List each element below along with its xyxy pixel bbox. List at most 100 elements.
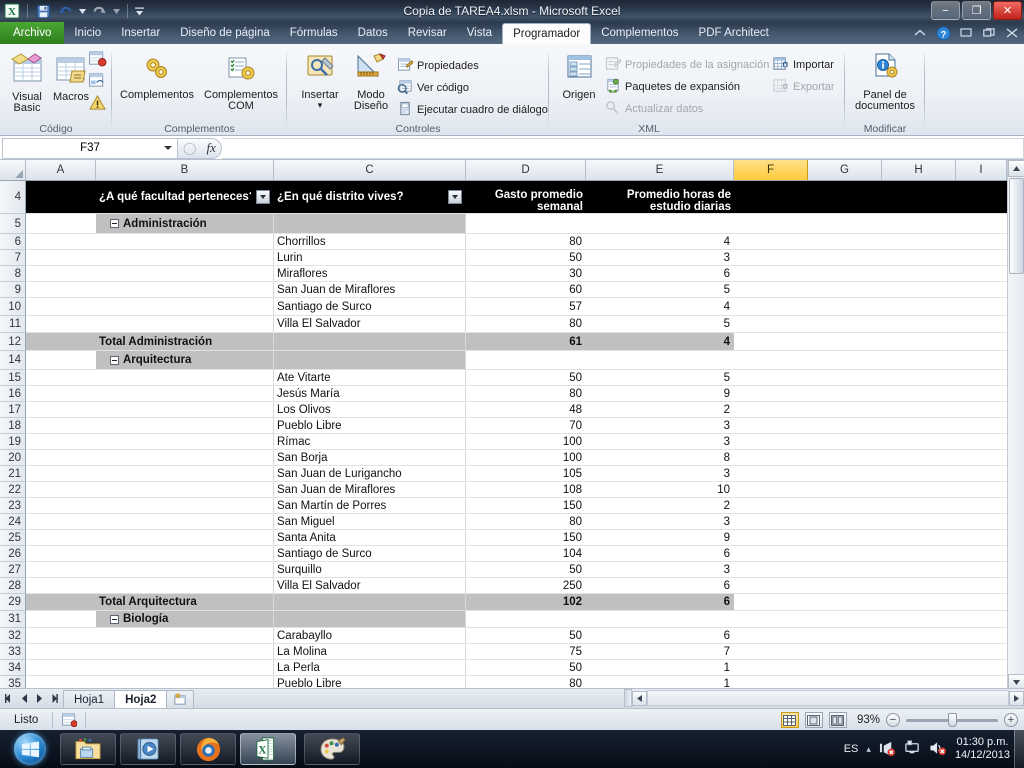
cell-d26[interactable]: 104 xyxy=(466,546,586,561)
help-icon[interactable]: ? xyxy=(935,25,951,41)
cell-e9[interactable]: 5 xyxy=(586,282,734,297)
cell-d29[interactable]: 102 xyxy=(466,594,586,610)
cell-e8[interactable]: 6 xyxy=(586,266,734,281)
paquetes-expansion-button[interactable]: Paquetes de expansión xyxy=(605,78,740,96)
cell-c7[interactable]: Lurin xyxy=(274,250,466,265)
system-tray[interactable]: ES ▴ 01:30 p.m. 14/12/2013 xyxy=(844,730,1024,768)
page-layout-view-button[interactable] xyxy=(804,712,823,728)
collapse-group-icon[interactable] xyxy=(110,219,119,228)
windows-media-player-taskbar-button[interactable] xyxy=(120,733,176,765)
ribbon-restore-window-icon[interactable] xyxy=(981,25,997,41)
show-desktop-button[interactable] xyxy=(1014,730,1024,768)
cell-a26[interactable] xyxy=(26,546,96,561)
cell-a20[interactable] xyxy=(26,450,96,465)
cell-d16[interactable]: 80 xyxy=(466,386,586,401)
column-header-c[interactable]: C xyxy=(274,160,466,180)
cell-b19[interactable] xyxy=(96,434,274,449)
tab-archivo[interactable]: Archivo xyxy=(0,22,65,44)
tab-insertar[interactable]: Insertar xyxy=(111,23,170,44)
cell-e6[interactable]: 4 xyxy=(586,234,734,249)
cell-c18[interactable]: Pueblo Libre xyxy=(274,418,466,433)
cell-e31[interactable] xyxy=(586,611,734,627)
cell-a28[interactable] xyxy=(26,578,96,593)
cell-b11[interactable] xyxy=(96,316,274,332)
cell-b24[interactable] xyxy=(96,514,274,529)
cell-b7[interactable] xyxy=(96,250,274,265)
name-box-dropdown-icon[interactable] xyxy=(164,145,172,150)
close-button[interactable]: ✕ xyxy=(993,1,1022,20)
tab-datos[interactable]: Datos xyxy=(348,23,398,44)
cell-b26[interactable] xyxy=(96,546,274,561)
network-error-icon[interactable] xyxy=(879,740,896,759)
cell-e10[interactable]: 4 xyxy=(586,298,734,315)
cell-c10[interactable]: Santiago de Surco xyxy=(274,298,466,315)
cell-d10[interactable]: 57 xyxy=(466,298,586,315)
cell-d14[interactable] xyxy=(466,351,586,369)
cell-a12[interactable] xyxy=(26,333,96,350)
row-header-4[interactable]: 4 xyxy=(0,181,26,214)
cell-d5[interactable] xyxy=(466,214,586,233)
normal-view-button[interactable] xyxy=(780,712,799,728)
grid-cells[interactable]: ¿A qué facultad perteneces? ¿En qué dist… xyxy=(26,181,1007,691)
cell-b5[interactable]: Administración xyxy=(96,214,274,233)
codigo-small-buttons[interactable] xyxy=(88,50,107,114)
collapse-group-icon[interactable] xyxy=(110,614,119,624)
minimize-button[interactable]: − xyxy=(931,1,960,20)
cell-e33[interactable]: 7 xyxy=(586,644,734,659)
zoom-controls[interactable]: 93% − + xyxy=(780,712,1018,728)
tab-inicio[interactable]: Inicio xyxy=(64,23,111,44)
macro-security-icon[interactable] xyxy=(88,94,107,114)
row-header-11[interactable]: 11 xyxy=(0,316,26,333)
cell-d15[interactable]: 50 xyxy=(466,370,586,385)
cell-b15[interactable] xyxy=(96,370,274,385)
cell-e25[interactable]: 9 xyxy=(586,530,734,545)
cell-c11[interactable]: Villa El Salvador xyxy=(274,316,466,332)
cell-a10[interactable] xyxy=(26,298,96,315)
formula-bar-buttons[interactable]: ◯ fx xyxy=(178,137,222,159)
cell-d28[interactable]: 250 xyxy=(466,578,586,593)
cell-a25[interactable] xyxy=(26,530,96,545)
hscroll-right-button[interactable] xyxy=(1009,690,1024,706)
last-sheet-button[interactable] xyxy=(46,692,59,706)
tab-split-handle[interactable] xyxy=(624,689,632,707)
cell-a8[interactable] xyxy=(26,266,96,281)
row-header-20[interactable]: 20 xyxy=(0,450,26,466)
column-headers[interactable]: A B C D E F G H I xyxy=(0,160,1024,181)
row-header-23[interactable]: 23 xyxy=(0,498,26,514)
cell-c17[interactable]: Los Olivos xyxy=(274,402,466,417)
cell-b27[interactable] xyxy=(96,562,274,577)
cell-c15[interactable]: Ate Vitarte xyxy=(274,370,466,385)
cell-a31[interactable] xyxy=(26,611,96,627)
cell-b33[interactable] xyxy=(96,644,274,659)
ribbon-minimize-window-icon[interactable] xyxy=(958,25,974,41)
page-break-view-button[interactable] xyxy=(828,712,847,728)
cell-e26[interactable]: 6 xyxy=(586,546,734,561)
cell-c19[interactable]: Rímac xyxy=(274,434,466,449)
cell-b10[interactable] xyxy=(96,298,274,315)
row-header-7[interactable]: 7 xyxy=(0,250,26,266)
cell-c21[interactable]: San Juan de Lurigancho xyxy=(274,466,466,481)
row-header-29[interactable]: 29 xyxy=(0,594,26,611)
cell-d21[interactable]: 105 xyxy=(466,466,586,481)
cell-d33[interactable]: 75 xyxy=(466,644,586,659)
cell-b6[interactable] xyxy=(96,234,274,249)
row-header-32[interactable]: 32 xyxy=(0,628,26,644)
cell-d8[interactable]: 30 xyxy=(466,266,586,281)
cell-e17[interactable]: 2 xyxy=(586,402,734,417)
cell-c4[interactable]: ¿En qué distrito vives? xyxy=(274,181,466,213)
row-header-15[interactable]: 15 xyxy=(0,370,26,386)
cell-a29[interactable] xyxy=(26,594,96,610)
cell-b28[interactable] xyxy=(96,578,274,593)
show-hidden-icons-button[interactable]: ▴ xyxy=(866,744,871,755)
modo-diseno-button[interactable]: Modo Diseño xyxy=(347,52,395,113)
minimize-ribbon-icon[interactable] xyxy=(912,25,928,41)
cell-d23[interactable]: 150 xyxy=(466,498,586,513)
cell-b31[interactable]: Biología xyxy=(96,611,274,627)
cell-e23[interactable]: 2 xyxy=(586,498,734,513)
cell-c6[interactable]: Chorrillos xyxy=(274,234,466,249)
sheet-tab-hoja1[interactable]: Hoja1 xyxy=(63,689,116,708)
tab-vista[interactable]: Vista xyxy=(457,23,502,44)
cell-b22[interactable] xyxy=(96,482,274,497)
cell-c12[interactable] xyxy=(274,333,466,350)
scroll-up-button[interactable] xyxy=(1008,160,1024,177)
